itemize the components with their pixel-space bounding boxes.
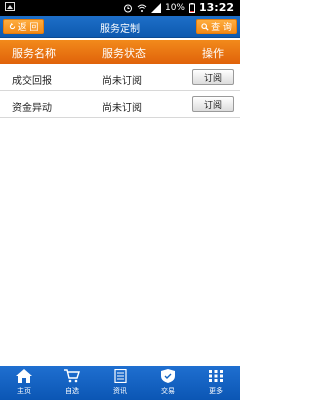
clock: 13:22 — [198, 1, 234, 14]
table-header: 服务名称 服务状态 操作 — [0, 40, 240, 64]
column-header-name: 服务名称 — [12, 47, 56, 60]
nav-label: 资讯 — [113, 387, 127, 395]
nav-item-more[interactable]: 更多 — [192, 366, 240, 400]
column-header-action: 操作 — [202, 47, 224, 60]
alarm-icon — [123, 4, 132, 12]
title-bar: 返 回 服务定制 查 询 — [0, 16, 240, 38]
nav-label: 主页 — [17, 387, 31, 395]
subscribe-button[interactable]: 订阅 — [192, 69, 234, 85]
service-name: 资金异动 — [12, 103, 52, 114]
search-icon — [201, 22, 209, 31]
status-icons: 10% 13:22 — [123, 1, 234, 14]
wifi-icon — [137, 4, 147, 12]
shield-icon — [161, 369, 175, 383]
nav-item-news[interactable]: 资讯 — [96, 366, 144, 400]
status-bar: 10% 13:22 — [0, 0, 240, 16]
query-label: 查 询 — [211, 23, 232, 33]
service-status: 尚未订阅 — [102, 76, 142, 87]
nav-label: 自选 — [65, 387, 79, 395]
battery-percent: 10% — [164, 2, 185, 13]
service-status: 尚未订阅 — [102, 103, 142, 114]
table-row: 资金异动 尚未订阅 订阅 — [0, 91, 240, 118]
gallery-notification-icon — [5, 2, 15, 11]
nav-item-home[interactable]: 主页 — [0, 366, 48, 400]
home-icon — [16, 369, 32, 383]
signal-icon — [150, 2, 161, 13]
nav-item-watchlist[interactable]: 自选 — [48, 366, 96, 400]
news-icon — [114, 369, 127, 383]
service-name: 成交回报 — [12, 76, 52, 87]
query-button[interactable]: 查 询 — [196, 19, 237, 34]
column-header-status: 服务状态 — [102, 47, 146, 60]
grid-icon — [209, 370, 223, 382]
nav-item-trade[interactable]: 交易 — [144, 366, 192, 400]
nav-label: 更多 — [209, 387, 223, 395]
nav-label: 交易 — [161, 387, 175, 395]
cart-icon — [64, 369, 80, 383]
subscribe-button[interactable]: 订阅 — [192, 96, 234, 112]
table-row: 成交回报 尚未订阅 订阅 — [0, 64, 240, 91]
battery-icon — [188, 2, 195, 13]
bottom-nav: 主页 自选 资讯 交易 更多 — [0, 366, 240, 400]
